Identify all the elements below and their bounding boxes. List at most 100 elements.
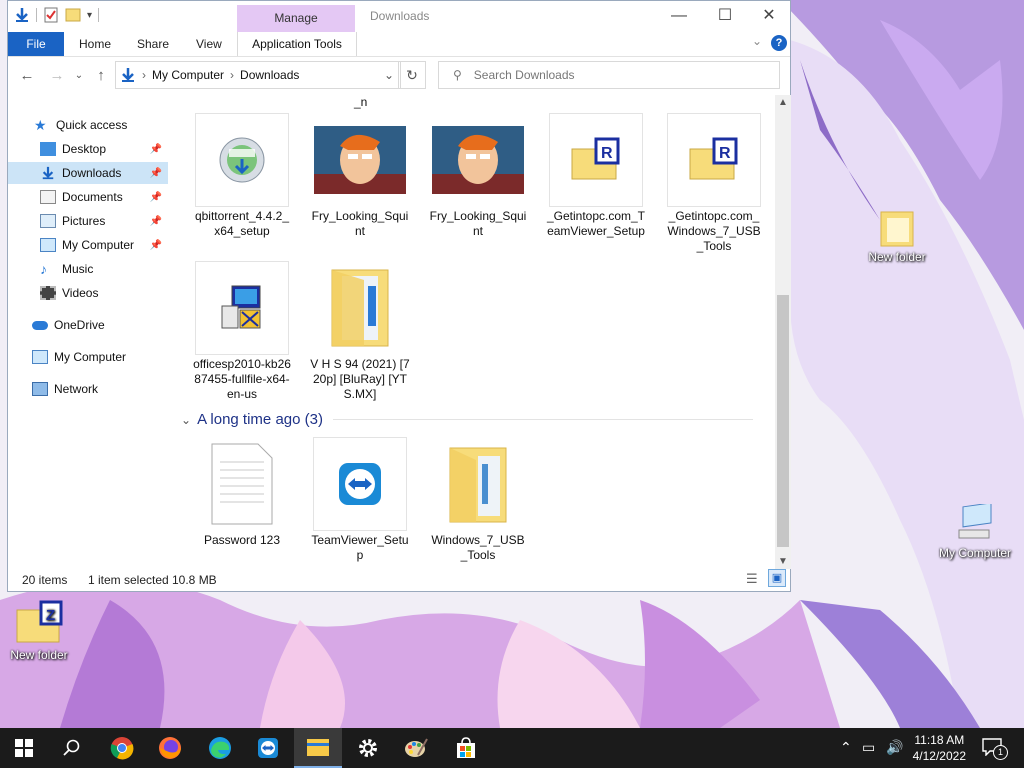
documents-icon bbox=[40, 190, 56, 204]
videos-icon bbox=[40, 286, 56, 300]
download-arrow-icon[interactable] bbox=[14, 7, 30, 23]
file-name: Windows_7_USB_Tools bbox=[431, 533, 525, 562]
file-item[interactable]: Fry_Looking_Squint bbox=[428, 113, 528, 239]
file-item[interactable]: Password 123 bbox=[192, 437, 292, 548]
tab-file[interactable]: File bbox=[8, 32, 64, 56]
minimize-button[interactable]: — bbox=[656, 1, 702, 32]
tab-share[interactable]: Share bbox=[137, 32, 169, 56]
store-bag-icon bbox=[457, 737, 475, 758]
search-input[interactable]: ⚲ Search Downloads bbox=[438, 61, 780, 89]
taskbar: ⌃ ▭ 🔊 11:18 AM 4/12/2022 1 bbox=[0, 728, 1024, 768]
teamviewer-icon bbox=[258, 738, 278, 758]
taskbar-store[interactable] bbox=[442, 728, 490, 768]
volume-icon[interactable]: 🔊 bbox=[886, 739, 903, 756]
taskbar-settings[interactable] bbox=[344, 728, 392, 768]
desktop-icon bbox=[40, 142, 56, 156]
desktop-icon-label: New folder bbox=[868, 250, 926, 264]
folder-icon bbox=[449, 447, 507, 523]
customize-qat-chevron-icon[interactable]: ▾ bbox=[87, 10, 92, 21]
nav-my-computer-pinned[interactable]: My Computer 📌 bbox=[8, 234, 168, 256]
nav-quick-access[interactable]: ★ Quick access bbox=[34, 114, 127, 136]
navigation-pane: ★ Quick access Desktop 📌 Downloads 📌 Doc… bbox=[8, 105, 173, 565]
file-item[interactable]: qbittorrent_4.4.2_x64_setup bbox=[192, 113, 292, 239]
recent-locations-chevron-icon[interactable]: ⌄ bbox=[68, 67, 90, 85]
setup-computer-icon bbox=[221, 285, 261, 329]
start-button[interactable] bbox=[0, 728, 48, 768]
taskbar-file-explorer[interactable] bbox=[294, 728, 342, 768]
search-button[interactable] bbox=[48, 728, 96, 768]
back-arrow-icon[interactable]: ← bbox=[16, 67, 38, 85]
title-bar: ▾ Manage Downloads — ☐ ✕ bbox=[8, 1, 790, 32]
nav-music[interactable]: ♪ Music bbox=[8, 258, 168, 280]
up-arrow-icon[interactable]: ↑ bbox=[90, 67, 112, 85]
folder-item[interactable]: V H S 94 (2021) [720p] [BluRay] [YTS.MX] bbox=[310, 261, 410, 402]
expand-ribbon-chevron-icon[interactable]: ⌄ bbox=[752, 34, 762, 48]
vertical-scrollbar[interactable]: ▲ ▼ bbox=[775, 95, 791, 569]
file-item[interactable]: Fry_Looking_Squint bbox=[310, 113, 410, 239]
breadcrumb-my-computer[interactable]: My Computer bbox=[152, 68, 224, 82]
taskbar-edge[interactable] bbox=[196, 728, 244, 768]
toolbar-separator bbox=[36, 8, 37, 22]
address-bar[interactable]: › My Computer › Downloads ⌄ bbox=[115, 61, 401, 89]
search-icon: ⚲ bbox=[453, 68, 462, 82]
svg-text:Z: Z bbox=[46, 607, 55, 624]
tab-home[interactable]: Home bbox=[79, 32, 111, 56]
nav-label: Music bbox=[62, 262, 94, 276]
address-history-chevron-icon[interactable]: ⌄ bbox=[384, 68, 394, 82]
nav-label: Downloads bbox=[62, 166, 122, 180]
file-name: TeamViewer_Setup bbox=[311, 533, 409, 562]
nav-pictures[interactable]: Pictures 📌 bbox=[8, 210, 168, 232]
file-item[interactable]: R _Getintopc.com_TeamViewer_Setup bbox=[546, 113, 646, 239]
pin-icon: 📌 bbox=[149, 239, 162, 251]
notification-center-button[interactable]: 1 bbox=[978, 736, 1008, 760]
large-icons-view-icon[interactable]: ▣ bbox=[768, 569, 786, 587]
folder-item[interactable]: Windows_7_USB_Tools bbox=[428, 437, 528, 563]
ribbon-tabs: File Home Share View Application Tools ⌄… bbox=[8, 32, 790, 57]
file-list: _n qbittorrent_4.4.2_x64_setup Fry_Looki… bbox=[173, 95, 775, 565]
details-view-icon[interactable]: ☰ bbox=[746, 571, 758, 587]
system-clock[interactable]: 11:18 AM 4/12/2022 bbox=[913, 732, 966, 764]
properties-icon[interactable] bbox=[43, 7, 59, 23]
nav-network[interactable]: Network bbox=[32, 378, 98, 400]
file-item[interactable]: officesp2010-kb2687455-fullfile-x64-en-u… bbox=[192, 261, 292, 402]
refresh-button[interactable]: ↻ bbox=[398, 61, 426, 89]
scroll-down-arrow-icon[interactable]: ▼ bbox=[778, 556, 788, 567]
maximize-button[interactable]: ☐ bbox=[702, 1, 748, 32]
star-icon: ★ bbox=[34, 117, 47, 133]
taskbar-chrome[interactable] bbox=[98, 728, 146, 768]
winzip-archive-icon: Z bbox=[16, 600, 63, 643]
desktop-icon-new-folder[interactable]: New folder bbox=[852, 208, 942, 264]
nav-downloads[interactable]: Downloads 📌 bbox=[8, 162, 168, 184]
gear-icon bbox=[359, 739, 377, 757]
breadcrumb-downloads[interactable]: Downloads bbox=[240, 68, 299, 82]
taskbar-firefox[interactable] bbox=[146, 728, 194, 768]
tab-view[interactable]: View bbox=[196, 32, 222, 56]
nav-my-computer[interactable]: My Computer bbox=[32, 346, 126, 368]
nav-onedrive[interactable]: OneDrive bbox=[32, 314, 105, 336]
file-item[interactable]: R _Getintopc.com_Windows_7_USB_Tools bbox=[664, 113, 764, 254]
tab-manage[interactable]: Manage bbox=[237, 5, 355, 32]
show-hidden-icons-chevron-icon[interactable]: ⌃ bbox=[840, 739, 852, 756]
forward-arrow-icon[interactable]: → bbox=[46, 67, 68, 85]
new-folder-icon[interactable] bbox=[65, 7, 81, 23]
help-icon[interactable]: ? bbox=[771, 35, 787, 51]
taskbar-teamviewer[interactable] bbox=[244, 728, 292, 768]
download-arrow-icon bbox=[42, 166, 54, 180]
desktop-icon-new-folder-zip[interactable]: Z New folder bbox=[0, 600, 84, 662]
desktop-icon-my-computer[interactable]: My Computer bbox=[930, 504, 1020, 560]
tab-application-tools[interactable]: Application Tools bbox=[237, 32, 357, 56]
navigation-bar: ← → ⌄ ↑ › My Computer › Downloads ⌄ ↻ ⚲ … bbox=[8, 57, 790, 95]
teamviewer-icon bbox=[339, 463, 381, 505]
file-item[interactable]: TeamViewer_Setup bbox=[310, 437, 410, 563]
nav-desktop[interactable]: Desktop 📌 bbox=[8, 138, 168, 160]
close-button[interactable]: ✕ bbox=[746, 1, 792, 32]
taskbar-paint[interactable] bbox=[392, 728, 440, 768]
network-tray-icon[interactable]: ▭ bbox=[862, 739, 875, 756]
scrollbar-thumb[interactable] bbox=[777, 295, 789, 547]
scroll-up-arrow-icon[interactable]: ▲ bbox=[778, 97, 788, 108]
nav-documents[interactable]: Documents 📌 bbox=[8, 186, 168, 208]
file-thumbnail: R bbox=[667, 113, 761, 207]
chrome-icon bbox=[110, 737, 134, 760]
nav-videos[interactable]: Videos bbox=[8, 282, 168, 304]
group-header-long-time-ago[interactable]: ⌄ A long time ago (3) bbox=[181, 411, 753, 428]
